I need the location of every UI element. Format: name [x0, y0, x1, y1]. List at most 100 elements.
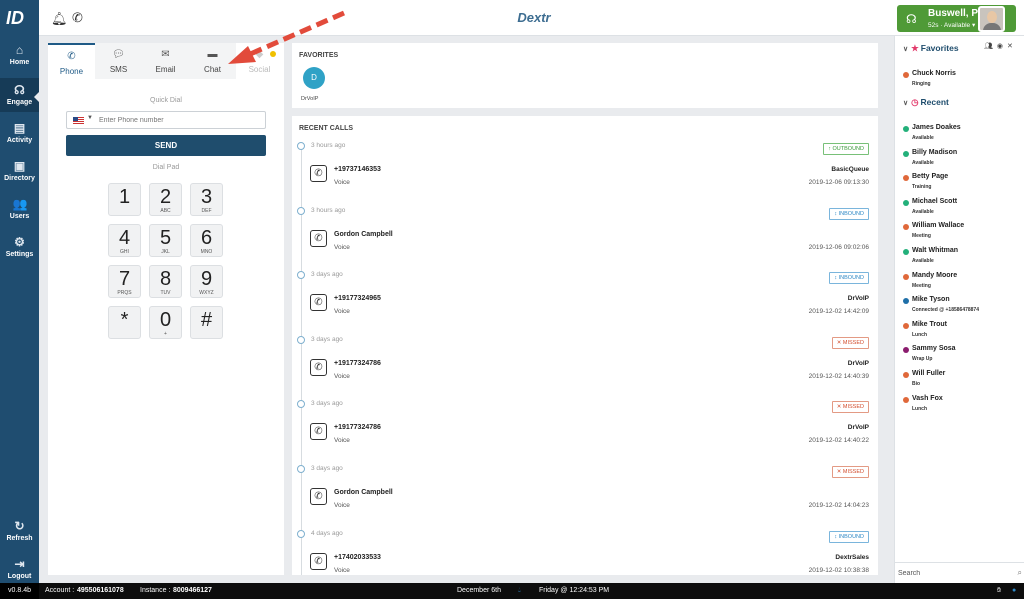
presence-dot [903, 347, 909, 354]
presence-dot [903, 224, 909, 231]
contact-status: Lunch [912, 331, 927, 338]
search-input[interactable] [898, 567, 1008, 580]
search-icon[interactable]: ⌕ [1018, 568, 1022, 578]
eye-icon[interactable]: ◉ [997, 43, 1007, 50]
presence-dot [903, 298, 909, 305]
phone-number-input[interactable] [99, 113, 259, 127]
call-queue: DrVoIP [847, 359, 869, 367]
hand-icon[interactable]: ✋︎ [997, 583, 1001, 599]
footer-date: December 6th [457, 587, 501, 594]
notification-dot [270, 51, 276, 57]
favorite-name: DrVoIP [301, 96, 319, 102]
nav-settings[interactable]: ⚙ Settings [0, 236, 39, 258]
dial-key[interactable]: * [108, 306, 141, 339]
nav-activity[interactable]: ▤ Activity [0, 122, 39, 144]
tab-email[interactable]: ✉ Email [142, 43, 189, 79]
contact-name: Mike Tyson [912, 296, 950, 304]
call-entry[interactable]: 3 hours ago ↕ INBOUND ✆ Gordon Campbell Voic… [292, 179, 878, 251]
dial-key[interactable]: 6 MNO [190, 224, 223, 257]
nav-directory[interactable]: ▣ Directory [0, 160, 39, 182]
headset-icon: ☊ [14, 83, 25, 97]
call-entry[interactable]: 3 days ago ✕ MISSED ✆ Gordon Campbell Voice 2… [292, 437, 878, 509]
quick-dial-label: Quick Dial [150, 97, 182, 104]
call-number: Gordon Campbell [334, 230, 393, 238]
logout-button[interactable]: ⇥ Logout [0, 558, 39, 580]
presence-dot [903, 249, 909, 255]
nav-home[interactable]: ⌂ Home [0, 44, 39, 66]
dial-key[interactable]: 7 PRQS [108, 265, 141, 298]
contact-name: Sammy Sosa [912, 345, 956, 353]
contact-status: Available [912, 258, 934, 264]
call-direction-badge: ✕ MISSED [831, 336, 869, 349]
refresh-icon: ↻ [14, 519, 25, 533]
chevron-down-icon[interactable]: ▼ [87, 115, 93, 121]
nav-engage[interactable]: ☊ Engage [0, 78, 39, 112]
contact-search: ⌕ [895, 562, 1024, 584]
bell-icon[interactable]: 🔔︎ [51, 11, 68, 27]
dial-key-digit: 4 [118, 227, 131, 249]
tab-sms[interactable]: 💬︎ SMS [95, 43, 142, 79]
instance-number: 8009466127 [173, 587, 212, 594]
call-entry[interactable]: 3 hours ago ↑ OUTBOUND ✆ +19737146353 Voice B… [292, 116, 878, 186]
droplet-icon: 💧︎ [518, 587, 521, 594]
call-time-ago: 3 hours ago [311, 142, 346, 149]
dial-key-digit: # [200, 309, 213, 331]
dial-key-digit: 3 [200, 186, 213, 208]
call-entry[interactable]: 3 days ago ↕ INBOUND ✆ +19177324965 Voice DrV… [292, 243, 878, 315]
star-icon: ★ [911, 43, 919, 53]
contact-status: Connected @ +18586478874 [912, 307, 979, 314]
call-time-ago: 3 days ago [311, 335, 343, 343]
dial-key-digit: 5 [159, 227, 172, 249]
account-label: Account : [45, 587, 75, 594]
call-entry[interactable]: 3 days ago ✕ MISSED ✆ +19177324786 Voice DrVo… [292, 372, 878, 444]
call-entry[interactable]: 3 days ago ✕ MISSED ✆ +19177324786 Voice DrVo… [292, 308, 878, 380]
call-time-ago: 4 days ago [311, 529, 343, 537]
dial-key[interactable]: 4 GHI [108, 224, 141, 257]
call-time-ago: 3 days ago [311, 400, 343, 408]
contact-card-icon: ▣ [13, 159, 26, 173]
dial-key[interactable]: 1 [108, 183, 141, 216]
dial-key[interactable]: # [190, 306, 223, 339]
dial-key-digit: 9 [200, 268, 213, 290]
dial-key-letters: PRQS [117, 290, 132, 296]
dial-key[interactable]: 9 WXYZ [190, 265, 223, 298]
app-logo[interactable]: ID [6, 8, 32, 30]
list-icon: ▤ [13, 121, 26, 135]
contacts-sidebar: ∨ ★ Favorites 👥︎◉✕ Chuck Norris Ringing ∨ ◷ R… [894, 36, 1024, 584]
dial-key[interactable]: 5 JKL [149, 224, 182, 257]
dial-key[interactable]: 2 ABC [149, 183, 182, 216]
dial-key[interactable]: 8 TUV [149, 265, 182, 298]
tab-phone[interactable]: ✆ Phone [48, 43, 95, 79]
favorites-title: FAVORITES [299, 52, 339, 59]
timeline-dot [297, 142, 305, 150]
recent-calls-panel: RECENT CALLS 3 hours ago ↑ OUTBOUND ✆ +1973… [292, 116, 878, 575]
envelope-icon: ✉ [161, 49, 170, 60]
avatar[interactable] [978, 6, 1005, 32]
brand-logo: Dextr [511, 6, 559, 31]
social-icon: ◆ [255, 49, 264, 60]
contact-status: Wrap Up [912, 356, 933, 363]
nav-users[interactable]: 👥 Users [0, 198, 39, 220]
dial-key[interactable]: 3 DEF [190, 183, 223, 216]
close-icon[interactable]: ✕ [1007, 43, 1017, 50]
recent-section-header[interactable]: ∨ ◷ Recent [903, 97, 949, 108]
call-number: +19737146353 [334, 166, 381, 173]
contact-name: Vash Fox [912, 394, 943, 402]
phone-icon[interactable]: ✆ [72, 10, 83, 26]
us-flag-icon[interactable] [73, 117, 84, 124]
refresh-button[interactable]: ↻ Refresh [0, 520, 39, 542]
timeline-dot [297, 400, 305, 409]
tab-social[interactable]: ◆ Social [236, 43, 283, 79]
favorites-section-header[interactable]: ∨ ★ Favorites [903, 43, 959, 54]
users-icon[interactable]: 👥︎ [984, 43, 997, 50]
timeline-dot [297, 465, 305, 473]
contact-name: William Wallace [912, 222, 965, 230]
call-queue: DextrSales [835, 553, 869, 561]
dial-key[interactable]: 0 + [149, 306, 182, 339]
tab-chat[interactable]: ▬ Chat [189, 43, 236, 79]
send-button[interactable]: SEND [66, 135, 266, 156]
call-entry[interactable]: 4 days ago ↕ INBOUND ✆ +17402033533 Voice Dex… [292, 502, 878, 574]
dialer-panel: ✆ Phone 💬︎ SMS ✉ Email ▬ Chat ◆ Social Quick … [48, 43, 284, 575]
favorite-avatar[interactable]: D [303, 67, 325, 89]
account-number: 495506161078 [77, 587, 124, 594]
